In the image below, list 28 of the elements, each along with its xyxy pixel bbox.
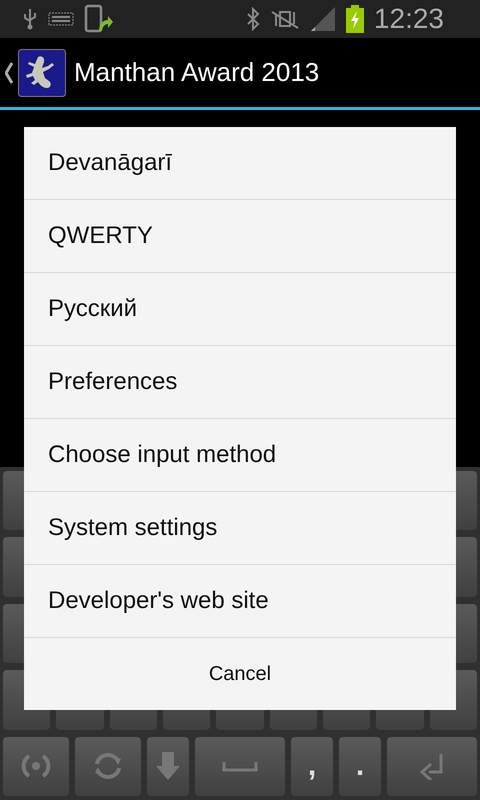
enter-arrow-icon [419,752,445,780]
voice-key[interactable] [3,736,69,796]
signal-icon [310,6,336,32]
hide-key[interactable] [147,736,189,796]
menu-item[interactable]: Русский [24,273,456,346]
phone-upload-icon [84,4,114,34]
app-title: Manthan Award 2013 [74,57,320,88]
gecko-app-icon [18,48,66,96]
back-caret-icon[interactable] [5,62,13,84]
down-arrow-icon [154,750,182,782]
vibrate-mute-icon [270,8,300,30]
battery-charging-icon [346,5,364,33]
enter-key[interactable] [387,736,477,796]
menu-item[interactable]: System settings [24,492,456,565]
key[interactable]: , [291,736,333,796]
space-key[interactable] [195,736,285,796]
menu-item[interactable]: QWERTY [24,200,456,273]
usb-icon [22,7,38,31]
keyboard-icon [48,12,74,26]
menu-item[interactable]: Choose input method [24,419,456,492]
clock-time: 12:23 [374,3,444,35]
sync-icon [92,751,124,782]
sync-key[interactable] [75,736,141,796]
space-bar-icon [222,760,258,772]
menu-item[interactable]: Devanāgarī [24,127,456,200]
key[interactable]: . [339,736,381,796]
menu-item[interactable]: Preferences [24,346,456,419]
bluetooth-icon [246,7,260,31]
